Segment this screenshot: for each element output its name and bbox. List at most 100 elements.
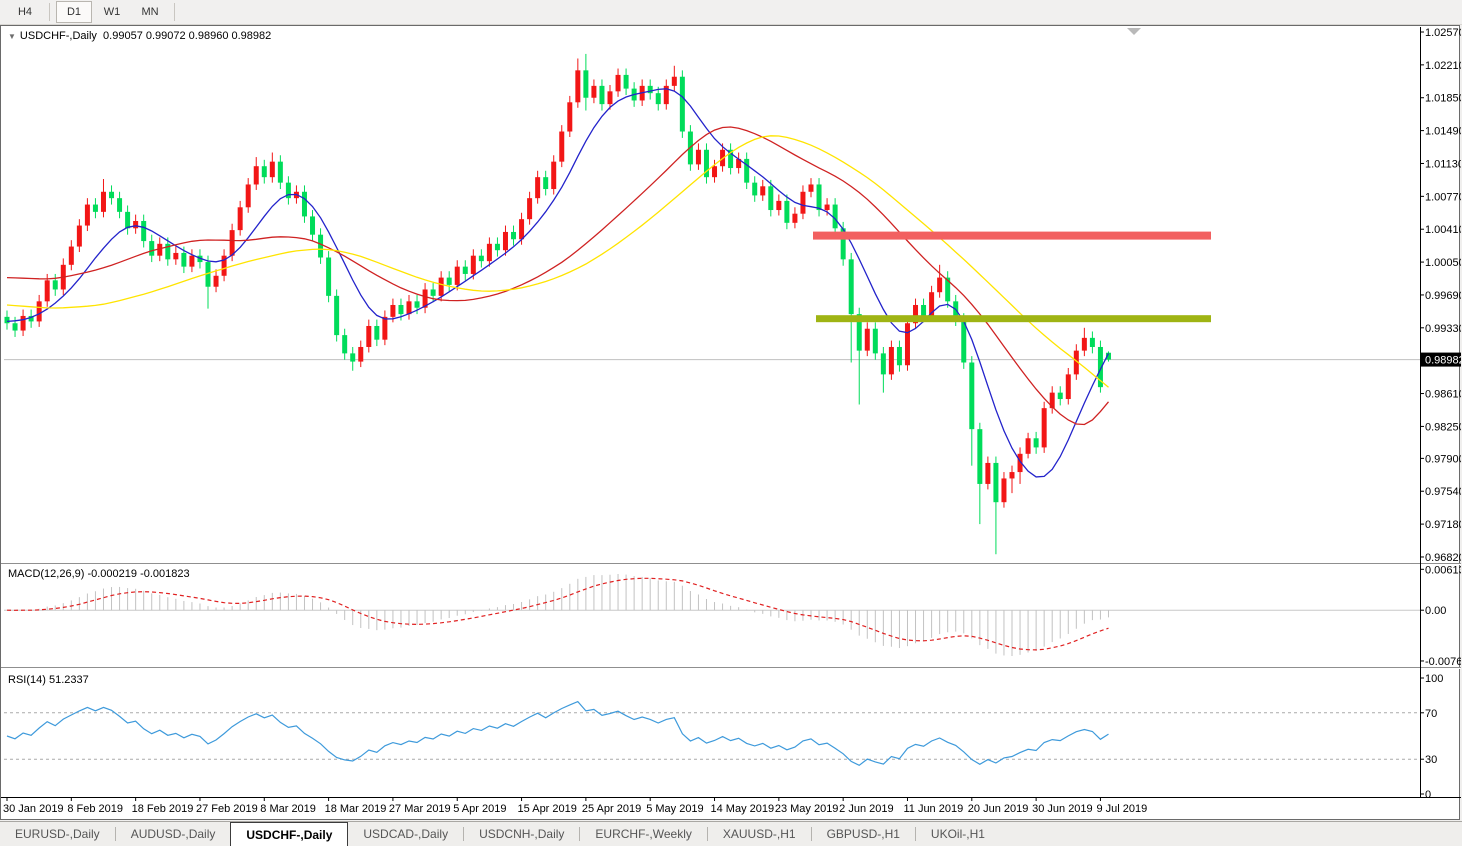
timeframe-button-w1[interactable]: W1 — [94, 1, 130, 23]
date-tick-label: 2 Jun 2019 — [839, 803, 893, 815]
chart-canvas[interactable]: 1.02570 1.02210 1.01850 1.01490 1.01130 1.007… — [1, 26, 1461, 819]
symbol-tab-xauusd-h1[interactable]: XAUUSD-,H1 — [708, 822, 811, 846]
date-tick-label: 5 Apr 2019 — [453, 803, 506, 815]
price-tick-label: 1.01850 — [1425, 93, 1461, 105]
candle-body — [792, 213, 798, 223]
candle-body — [1001, 478, 1007, 503]
candle-body — [551, 161, 557, 190]
candle-body — [768, 186, 774, 211]
date-tick-label: 14 May 2019 — [711, 803, 775, 815]
candle-body — [44, 280, 50, 302]
candle-body — [382, 316, 388, 340]
candle-body — [816, 184, 822, 211]
candle-body — [4, 316, 10, 324]
candle-body — [519, 219, 525, 240]
symbol-tabbar: EURUSD-,Daily AUDUSD-,Daily USDCHF-,Daily U… — [0, 821, 1462, 846]
rsi-line — [6, 700, 1109, 767]
candle-body — [470, 255, 476, 274]
candle-body — [679, 76, 685, 132]
date-tick-label: 8 Mar 2019 — [260, 803, 316, 815]
price-tick-label: 0.99690 — [1425, 290, 1461, 302]
price-tick-label: 1.01490 — [1425, 126, 1461, 138]
candle-body — [1081, 337, 1087, 351]
candle-body — [824, 204, 830, 211]
date-tick-label: 27 Feb 2019 — [196, 803, 258, 815]
macd-tick-label: -0.00761 — [1425, 656, 1461, 668]
candle-body — [318, 234, 324, 258]
candle-body — [760, 186, 766, 196]
candle-body — [872, 328, 878, 354]
candle-body — [655, 93, 661, 105]
timeframe-button-d1[interactable]: D1 — [56, 1, 92, 23]
candle-body — [1065, 374, 1071, 400]
chart-window: 1.02570 1.02210 1.01850 1.01490 1.01130 1.007… — [0, 25, 1461, 820]
rsi-tick-label: 0 — [1425, 789, 1431, 801]
macd-indicator-label: MACD(12,26,9) -0.000219 -0.001823 — [8, 568, 190, 580]
candle-body — [494, 243, 500, 251]
date-tick-label: 15 Apr 2019 — [518, 803, 577, 815]
timeframe-button-mn[interactable]: MN — [132, 1, 168, 23]
candle-body — [438, 277, 444, 296]
resistance-band[interactable] — [813, 231, 1211, 240]
candle-body — [808, 184, 814, 192]
candle-body — [575, 70, 581, 103]
symbol-tab-usdchf-daily[interactable]: USDCHF-,Daily — [230, 822, 349, 846]
candle-body — [784, 200, 790, 223]
date-tick-label: 30 Jan 2019 — [3, 803, 64, 815]
support-band[interactable] — [816, 315, 1211, 323]
scroll-to-end-marker-icon[interactable] — [1127, 28, 1141, 35]
macd-tick-label: 0.00 — [1425, 605, 1446, 617]
candle-body — [52, 280, 58, 290]
timeframe-button-h4[interactable]: H4 — [7, 1, 43, 23]
rsi-tick-label: 70 — [1425, 708, 1437, 720]
symbol-tab-eurusd-daily[interactable]: EURUSD-,Daily — [0, 822, 115, 846]
candle-body — [969, 362, 975, 430]
candle-body — [527, 198, 533, 220]
symbol-tab-eurchf-weekly[interactable]: EURCHF-,Weekly — [580, 822, 706, 846]
date-tick-label: 8 Feb 2019 — [67, 803, 123, 815]
candle-body — [695, 149, 701, 165]
candle-body — [880, 353, 886, 375]
candle-body — [599, 85, 605, 105]
candle-body — [374, 325, 380, 340]
symbol-tab-audusd-daily[interactable]: AUDUSD-,Daily — [116, 822, 231, 846]
candle-body — [213, 275, 219, 287]
symbol-tab-ukoil-h1[interactable]: UKOil-,H1 — [916, 822, 1000, 846]
candle-body — [985, 462, 991, 484]
price-tick-label: 0.97540 — [1425, 486, 1461, 498]
candle-body — [358, 346, 364, 362]
current-price-label: 0.98982 — [1425, 355, 1461, 367]
candle-body — [366, 325, 372, 347]
candle-body — [904, 323, 910, 366]
symbol-tab-usdcnh-daily[interactable]: USDCNH-,Daily — [464, 822, 579, 846]
candle-body — [100, 191, 106, 212]
candle-body — [462, 266, 468, 274]
candle-body — [591, 85, 597, 98]
candle-body — [752, 182, 758, 196]
candle-body — [245, 184, 251, 208]
candle-body — [888, 346, 894, 375]
slow-ma-line — [6, 135, 1109, 388]
candle-body — [511, 231, 517, 240]
rsi-tick-label: 100 — [1425, 673, 1443, 685]
symbol-tab-usdcad-daily[interactable]: USDCAD-,Daily — [348, 822, 463, 846]
candle-body — [326, 257, 332, 296]
candle-body — [776, 200, 782, 211]
price-tick-label: 1.00410 — [1425, 224, 1461, 236]
date-tick-label: 30 Jun 2019 — [1032, 803, 1093, 815]
candle-body — [832, 204, 838, 229]
candle-body — [446, 277, 452, 285]
candle-body — [1041, 408, 1047, 448]
candle-body — [20, 315, 26, 331]
symbol-tab-gbpusd-h1[interactable]: GBPUSD-,H1 — [812, 822, 915, 846]
price-tick-label: 1.02210 — [1425, 60, 1461, 72]
candle-body — [109, 191, 115, 199]
collapse-arrow-icon[interactable]: ▼ — [8, 32, 16, 41]
ohlc-readout: 0.99057 0.99072 0.98960 0.98982 — [103, 30, 272, 42]
candle-body — [68, 246, 74, 265]
candle-body — [744, 158, 750, 183]
candle-body — [414, 301, 420, 308]
candle-body — [864, 328, 870, 351]
price-tick-label: 0.98610 — [1425, 389, 1461, 401]
candle-body — [125, 211, 131, 229]
